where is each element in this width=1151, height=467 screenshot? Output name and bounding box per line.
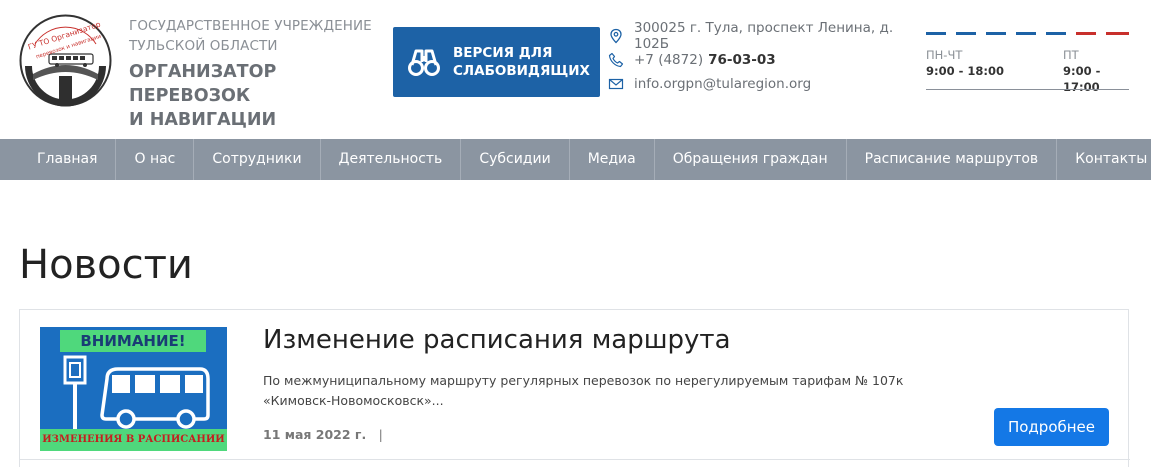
envelope-icon	[608, 76, 624, 92]
nav-item-route-schedule[interactable]: Расписание маршрутов	[847, 139, 1058, 180]
address-row: 300025 г. Тула, проспект Ленина, д. 102Б	[608, 20, 928, 52]
dash-segment	[1046, 32, 1066, 35]
news-excerpt-line1: По межмуниципальному маршруту регулярных…	[263, 373, 904, 388]
dash-segment	[1016, 32, 1036, 35]
working-hours: ПН-ЧТ 9:00 - 18:00 ПТ 9:00 - 17:00	[926, 32, 1129, 94]
friday-label: ПТ	[1063, 48, 1079, 62]
page-title: Новости	[19, 242, 193, 288]
nav-item-activities[interactable]: Деятельность	[321, 139, 462, 180]
news-title[interactable]: Изменение расписания маршрута	[263, 322, 731, 358]
card-divider	[20, 459, 1130, 460]
schedule-change-banner: ИЗМЕНЕНИЯ В РАСПИСАНИИ	[40, 429, 227, 451]
news-meta: 11 мая 2022 г. |	[263, 427, 383, 442]
org-title-line1: ОРГАНИЗАТОР ПЕРЕВОЗОК	[129, 62, 277, 106]
news-date: 11 мая 2022 г.	[263, 427, 367, 442]
weekday-hours: ПН-ЧТ 9:00 - 18:00	[926, 47, 1004, 79]
org-title-line2: И НАВИГАЦИИ	[129, 110, 277, 130]
weekday-value: 9:00 - 18:00	[926, 64, 1004, 78]
dash-segment	[926, 32, 946, 35]
low-vision-version-button[interactable]: ВЕРСИЯ ДЛЯ СЛАБОВИДЯЩИХ	[393, 27, 600, 97]
organization-name-block: ГОСУДАРСТВЕННОЕ УЧРЕЖДЕНИЕ ТУЛЬСКОЙ ОБЛА…	[129, 16, 389, 132]
phone-prefix: +7 (4872)	[634, 52, 704, 68]
phone-icon	[608, 52, 624, 68]
site-header: ГУ ТО Организатор перевозок и навигации …	[0, 0, 1151, 139]
org-subtitle-line2: ТУЛЬСКОЙ ОБЛАСТИ	[129, 38, 278, 54]
org-subtitle-line1: ГОСУДАРСТВЕННОЕ УЧРЕЖДЕНИЕ	[129, 18, 372, 34]
vision-button-line2: СЛАБОВИДЯЩИХ	[453, 63, 590, 79]
organization-logo[interactable]: ГУ ТО Организатор перевозок и навигации	[19, 14, 112, 107]
meta-separator: |	[378, 427, 383, 442]
dash-segment	[956, 32, 976, 35]
nav-item-home[interactable]: Главная	[19, 139, 117, 180]
nav-item-media[interactable]: Медиа	[570, 139, 655, 180]
nav-item-subsidies[interactable]: Субсидии	[461, 139, 570, 180]
nav-item-contacts[interactable]: Контакты	[1057, 139, 1151, 180]
weekday-label: ПН-ЧТ	[926, 48, 963, 62]
dash-segment	[1106, 32, 1129, 35]
vision-button-line1: ВЕРСИЯ ДЛЯ	[453, 45, 553, 61]
address-text: 300025 г. Тула, проспект Ленина, д. 102Б	[634, 20, 894, 52]
phone-number: 76-03-03	[708, 52, 776, 68]
news-excerpt-line2: «Кимовск-Новомосковск»...	[263, 393, 444, 408]
hours-dash-line	[926, 32, 1129, 36]
nav-item-about[interactable]: О нас	[116, 139, 195, 180]
email-link[interactable]: info.orgpn@tularegion.org	[634, 76, 811, 92]
friday-hours: ПТ 9:00 - 17:00	[1063, 47, 1129, 95]
location-pin-icon	[608, 28, 624, 44]
read-more-button[interactable]: Подробнее	[994, 408, 1109, 446]
friday-value: 9:00 - 17:00	[1063, 64, 1101, 94]
dash-segment	[986, 32, 1006, 35]
news-card: ВНИМАНИЕ! ИЗМЕНЕНИЯ В РАСПИСАНИИ Изменен…	[19, 309, 1130, 467]
news-excerpt: По межмуниципальному маршруту регулярных…	[263, 371, 983, 411]
news-image[interactable]: ВНИМАНИЕ! ИЗМЕНЕНИЯ В РАСПИСАНИИ	[40, 327, 227, 451]
email-row[interactable]: info.orgpn@tularegion.org	[608, 72, 928, 96]
nav-item-citizen-appeals[interactable]: Обращения граждан	[655, 139, 847, 180]
contact-info: 300025 г. Тула, проспект Ленина, д. 102Б…	[608, 20, 928, 96]
nav-item-staff[interactable]: Сотрудники	[194, 139, 321, 180]
binoculars-icon	[408, 49, 440, 76]
dash-segment	[1076, 32, 1096, 35]
main-navigation: Главная О нас Сотрудники Деятельность Су…	[0, 139, 1151, 180]
hours-underline	[926, 89, 1129, 90]
